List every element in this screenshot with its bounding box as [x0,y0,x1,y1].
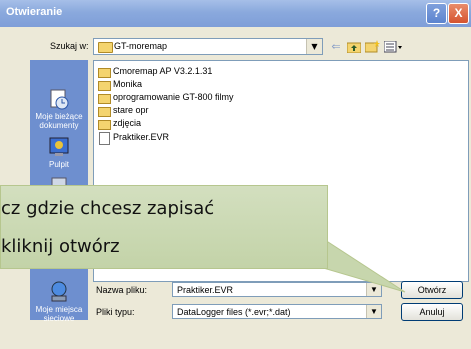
title-bar: Otwieranie ? X [0,0,471,27]
filetype-select[interactable]: DataLogger files (*.evr;*.dat) ▼ [172,304,382,319]
folder-icon [98,81,111,91]
callout-line-1: cz gdzie chcesz zapisać [1,198,215,219]
up-folder-icon[interactable] [345,38,363,55]
file-icon [99,132,110,145]
file-name: oprogramowanie GT-800 filmy [113,92,234,102]
chevron-down-icon[interactable]: ▼ [366,283,381,296]
file-name: Monika [113,79,143,89]
folder-icon [98,107,111,117]
callout-line-2: kliknij otwórz [1,236,120,257]
back-arrow-icon[interactable]: ⇐ [327,38,345,55]
lookin-value: GT-moremap [114,41,168,51]
close-button[interactable]: X [448,3,469,24]
place-network[interactable]: Moje miejsca sieciowe [30,281,88,323]
place-recent-documents[interactable]: Moje bieżące dokumenty [30,88,88,130]
view-menu-icon[interactable] [383,38,405,55]
cancel-button[interactable]: Anuluj [401,303,463,321]
file-name: Praktiker.EVR [113,132,170,142]
help-button[interactable]: ? [426,3,447,24]
recent-documents-icon [48,88,70,110]
lookin-label: Szukaj w: [50,41,89,51]
place-desktop[interactable]: Pulpit [30,136,88,169]
folder-icon [98,68,111,78]
tooltip-callout: cz gdzie chcesz zapisać kliknij otwórz [0,185,328,269]
open-dialog: Otwieranie ? X Szukaj w: GT-moremap ▼ ⇐ … [0,0,471,349]
folder-icon [98,120,111,130]
place-label: Pulpit [48,160,69,169]
new-folder-icon[interactable] [363,38,381,55]
lookin-dropdown[interactable]: GT-moremap ▼ [93,38,323,55]
filetype-value: DataLogger files (*.evr;*.dat) [177,307,291,317]
filename-value: Praktiker.EVR [177,285,234,295]
file-name: zdjęcia [113,118,142,128]
network-places-icon [48,281,70,303]
open-button[interactable]: Otwórz [401,281,463,299]
window-title: Otwieranie [6,6,63,18]
filename-label: Nazwa pliku: [96,285,148,295]
desktop-icon [48,136,70,158]
file-name: stare opr [113,105,149,115]
place-label: Moje bieżące dokumenty [35,112,83,130]
filetype-label: Pliki typu: [96,307,135,317]
file-name: Cmoremap AP V3.2.1.31 [113,66,213,76]
place-label: Moje miejsca sieciowe [35,305,83,323]
filename-field[interactable]: Praktiker.EVR ▼ [172,282,382,297]
folder-icon [98,42,113,53]
chevron-down-icon[interactable]: ▼ [366,305,381,318]
chevron-down-icon[interactable]: ▼ [306,39,322,54]
folder-icon [98,94,111,104]
